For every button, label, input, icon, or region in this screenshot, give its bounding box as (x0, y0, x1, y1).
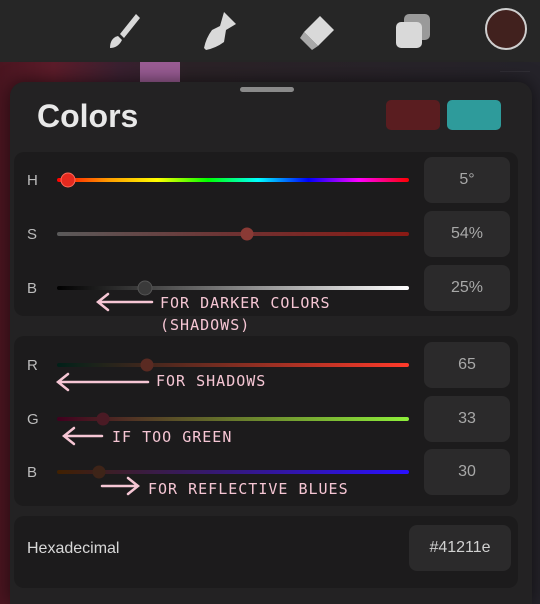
layers-icon[interactable] (390, 8, 436, 54)
red-slider[interactable] (57, 363, 409, 367)
hue-value[interactable]: 5° (424, 157, 510, 203)
annotation-reflective-blues: FOR REFLECTIVE BLUES (148, 480, 349, 498)
red-value[interactable]: 65 (424, 342, 510, 388)
annotation-arrow-green (61, 426, 104, 446)
canvas-paint-patch (140, 62, 180, 84)
saturation-slider[interactable] (57, 232, 409, 236)
secondary-color-swatch[interactable] (447, 100, 501, 130)
green-label: G (27, 411, 39, 428)
saturation-value[interactable]: 54% (424, 211, 510, 257)
hex-value-field[interactable]: #41211e (409, 525, 511, 571)
smudge-icon[interactable] (196, 8, 242, 54)
saturation-slider-thumb[interactable] (240, 227, 254, 241)
hex-label: Hexadecimal (27, 540, 120, 557)
hue-label: H (27, 172, 38, 189)
annotation-for-shadows: FOR SHADOWS (156, 372, 267, 390)
panel-grabber[interactable] (240, 87, 294, 92)
panel-title: Colors (37, 98, 139, 134)
annotation-arrow-shadows (55, 372, 150, 392)
annotation-arrow-blues (100, 476, 141, 496)
brush-icon[interactable] (100, 8, 146, 54)
blue-label: B (27, 464, 38, 481)
current-color-swatch[interactable] (485, 8, 527, 50)
primary-color-swatch[interactable] (386, 100, 440, 130)
saturation-label: S (27, 226, 38, 243)
brightness-value[interactable]: 25% (424, 265, 510, 311)
annotation-arrow-darker (95, 292, 154, 312)
hue-slider-thumb[interactable] (60, 172, 76, 188)
green-slider[interactable] (57, 417, 409, 421)
green-value[interactable]: 33 (424, 396, 510, 442)
annotation-darker-colors: FOR DARKER COLORS (160, 294, 331, 312)
hue-slider[interactable] (57, 178, 409, 182)
annotation-if-too-green: IF TOO GREEN (112, 428, 233, 446)
red-label: R (27, 357, 38, 374)
blue-value[interactable]: 30 (424, 449, 510, 495)
eraser-icon[interactable] (294, 8, 340, 54)
brightness-label: B (27, 280, 38, 297)
annotation-shadows-paren: (SHADOWS) (160, 316, 251, 334)
top-toolbar (0, 0, 540, 62)
